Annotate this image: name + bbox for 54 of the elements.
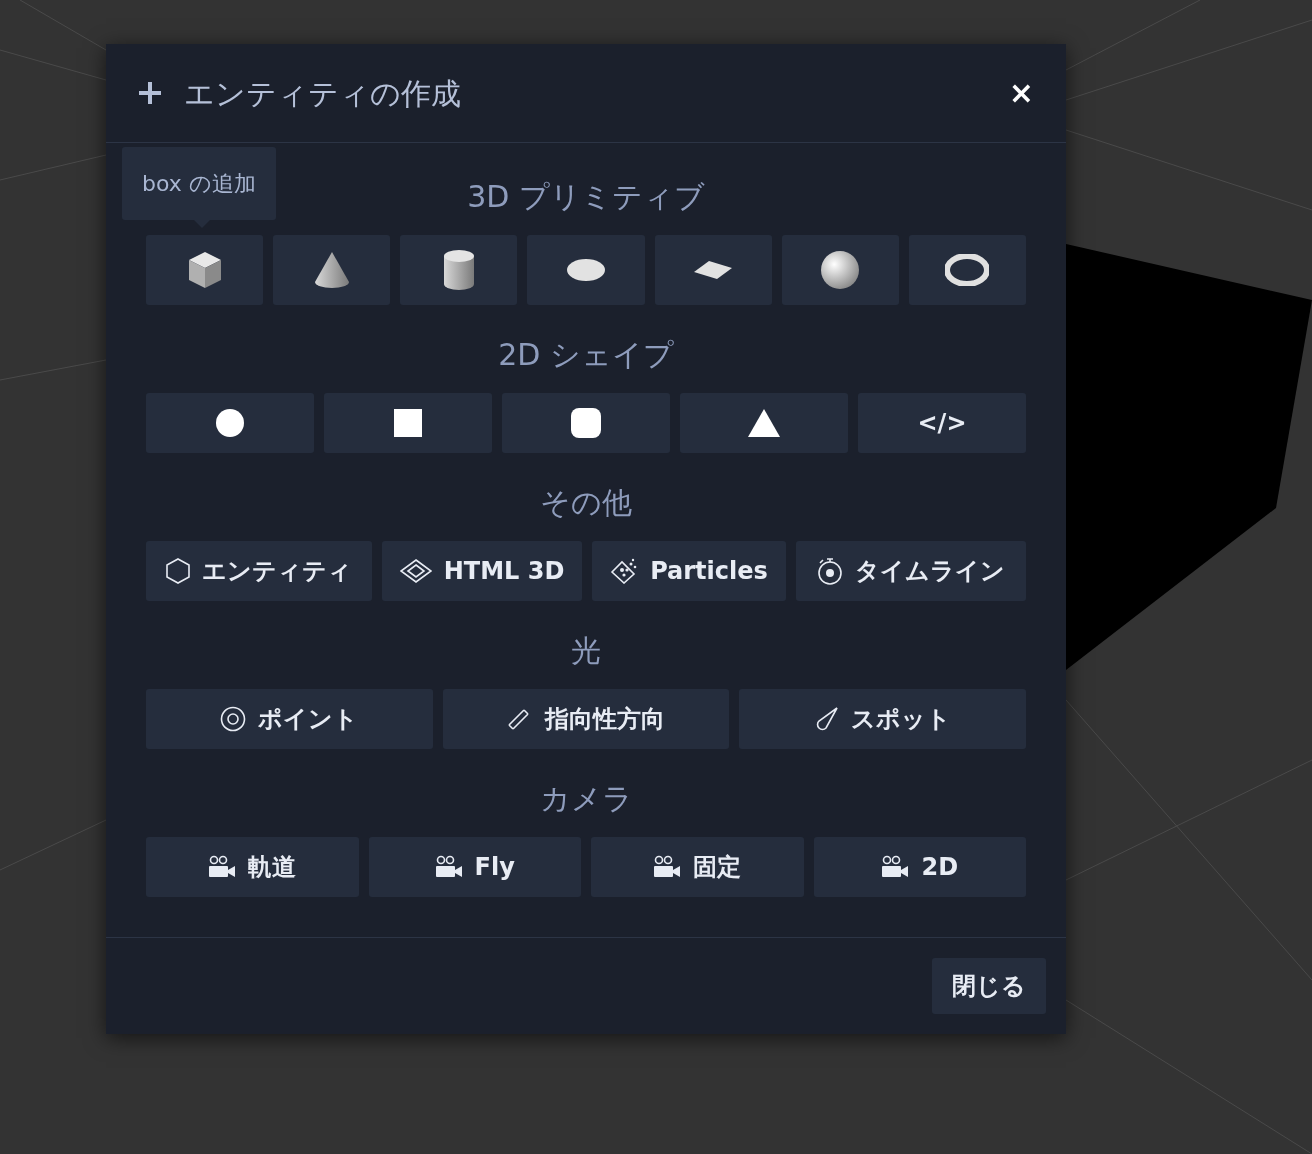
shape-button[interactable] xyxy=(273,235,391,305)
cylinder-icon xyxy=(442,249,475,291)
particles-icon xyxy=(610,558,639,584)
shape-button[interactable] xyxy=(680,393,848,453)
camera-icon xyxy=(881,855,910,879)
create-button[interactable]: タイムライン xyxy=(796,541,1026,601)
triangle-icon xyxy=(748,409,780,437)
shape-button[interactable] xyxy=(400,235,518,305)
cube-icon xyxy=(186,250,223,290)
cone-icon xyxy=(312,250,351,290)
shape-button[interactable] xyxy=(146,235,264,305)
square-icon xyxy=(394,409,422,437)
create-button[interactable]: Fly xyxy=(368,837,581,897)
plus-icon xyxy=(138,81,162,105)
create-button[interactable]: 2D xyxy=(813,837,1026,897)
shape-button[interactable] xyxy=(654,235,772,305)
shape-button[interactable] xyxy=(527,235,645,305)
spotlight-icon xyxy=(814,706,839,732)
ellipse-icon xyxy=(566,258,606,282)
section-heading: その他 xyxy=(540,484,632,522)
camera-icon xyxy=(653,855,682,879)
create-button[interactable]: ポイント xyxy=(146,689,433,749)
shape-button[interactable] xyxy=(146,393,314,453)
target-icon xyxy=(220,706,247,732)
diamond-icon xyxy=(399,559,432,583)
section-heading: カメラ xyxy=(539,780,633,818)
camera-icon xyxy=(434,855,463,879)
section-heading: 2D シェイプ xyxy=(498,336,674,374)
create-button[interactable]: 固定 xyxy=(591,837,804,897)
tooltip: box の追加 xyxy=(122,147,276,220)
create-button[interactable]: 軌道 xyxy=(146,837,359,897)
torus-icon xyxy=(945,254,990,286)
shape-button[interactable] xyxy=(324,393,492,453)
create-button[interactable]: スポット xyxy=(739,689,1026,749)
rounded-square-icon xyxy=(571,408,601,438)
camera-icon xyxy=(208,855,237,879)
dialog-title: エンティティの作成 xyxy=(184,74,461,113)
shape-button[interactable] xyxy=(781,235,899,305)
create-button[interactable]: エンティティ xyxy=(146,541,372,601)
close-button[interactable]: × xyxy=(1008,78,1034,108)
shape-button[interactable] xyxy=(502,393,670,453)
create-button[interactable]: Particles xyxy=(592,541,786,601)
circle-icon xyxy=(216,409,244,437)
section-heading: 光 xyxy=(571,632,601,670)
stopwatch-icon xyxy=(817,557,843,585)
plane-icon xyxy=(693,260,734,280)
close-dialog-button[interactable]: 閉じる xyxy=(932,958,1046,1014)
section-heading: 3D プリミティブ xyxy=(467,178,705,216)
create-button[interactable]: </> xyxy=(858,393,1026,453)
sphere-icon xyxy=(820,250,861,290)
shape-button[interactable] xyxy=(908,235,1026,305)
create-button[interactable]: HTML 3D xyxy=(382,541,582,601)
hexagon-icon xyxy=(166,558,190,584)
create-button[interactable]: 指向性方向 xyxy=(442,689,730,749)
